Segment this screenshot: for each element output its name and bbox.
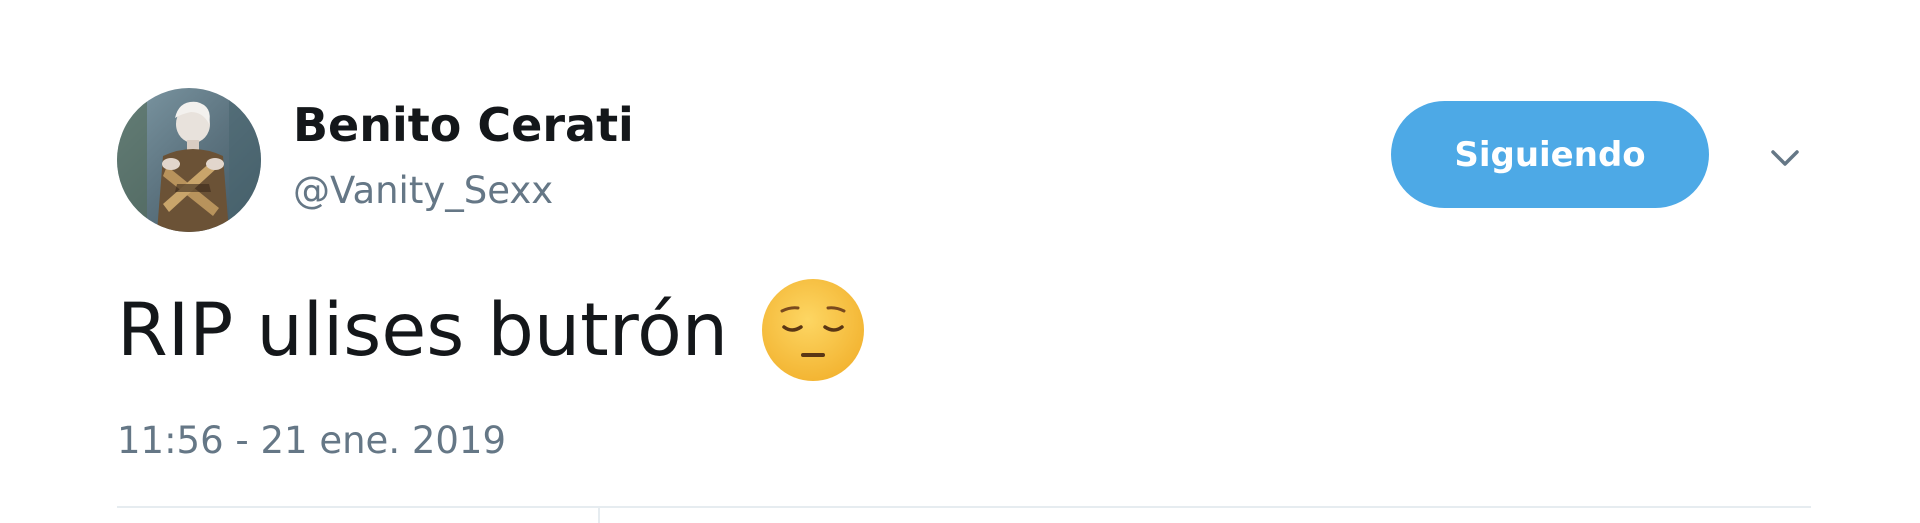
user-handle[interactable]: @Vanity_Sexx xyxy=(293,165,553,217)
tweet-text-row: RIP ulises butrón xyxy=(117,275,866,385)
following-button[interactable]: Siguiendo xyxy=(1391,101,1709,208)
divider xyxy=(117,506,1811,508)
stats-divider xyxy=(598,508,600,523)
avatar[interactable] xyxy=(117,88,261,232)
tweet-card: Benito Cerati @Vanity_Sexx Siguiendo RIP… xyxy=(0,0,1920,523)
chevron-down-icon[interactable] xyxy=(1761,140,1809,180)
tweet-text: RIP ulises butrón xyxy=(117,287,729,373)
display-name[interactable]: Benito Cerati xyxy=(293,95,634,155)
avatar-image xyxy=(117,88,261,232)
tweet-timestamp[interactable]: 11:56 - 21 ene. 2019 xyxy=(117,415,506,467)
pensive-face-emoji-icon xyxy=(760,277,866,383)
